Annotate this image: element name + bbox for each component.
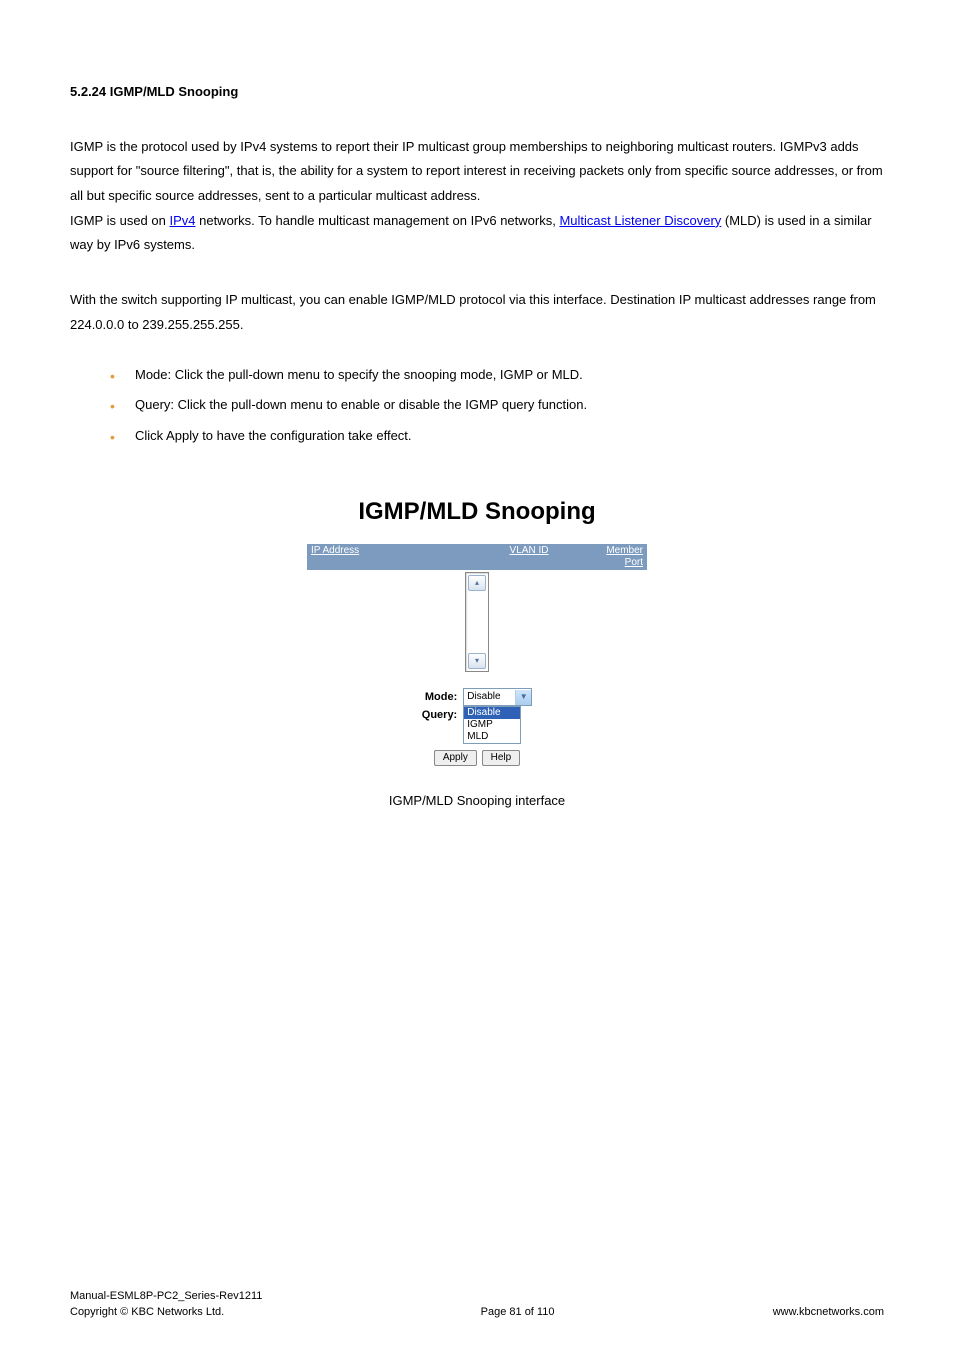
list-item: Click Apply to have the configuration ta… <box>110 424 884 449</box>
control-labels: Mode: Query: <box>422 688 457 724</box>
query-select[interactable]: Disable IGMP MLD <box>463 706 521 744</box>
col-member-port: Member Port <box>583 544 647 570</box>
col-vlan-id: VLAN ID <box>475 544 583 570</box>
col-ip-address: IP Address <box>307 544 475 570</box>
figure-title: IGMP/MLD Snooping <box>70 489 884 535</box>
section-heading: 5.2.24 IGMP/MLD Snooping <box>70 80 884 105</box>
link-ipv4[interactable]: IPv4 <box>169 213 195 228</box>
table-header: IP Address VLAN ID Member Port <box>307 544 647 570</box>
figure-caption: IGMP/MLD Snooping interface <box>70 789 884 814</box>
mode-select[interactable]: Disable ▼ <box>463 688 532 706</box>
footer-url: www.kbcnetworks.com <box>773 1305 884 1320</box>
list-item: Mode: Click the pull-down menu to specif… <box>110 363 884 388</box>
list-item: Query: Click the pull-down menu to enabl… <box>110 393 884 418</box>
paragraph-igmp-intro: IGMP is the protocol used by IPv4 system… <box>70 135 884 209</box>
footer-page: Page 81 of 110 <box>262 1305 772 1320</box>
button-row: Apply Help <box>307 750 647 766</box>
query-option-mld[interactable]: MLD <box>464 731 520 743</box>
text-fragment: networks. To handle multicast management… <box>196 213 560 228</box>
query-label: Query: <box>422 706 457 724</box>
query-option-disable[interactable]: Disable <box>464 707 520 719</box>
query-option-igmp[interactable]: IGMP <box>464 719 520 731</box>
footer-left: Manual-ESML8P-PC2_Series-Rev1211 Copyrig… <box>70 1289 262 1320</box>
mode-label: Mode: <box>422 688 457 706</box>
controls-row: Mode: Query: Disable ▼ Disable IGMP MLD <box>307 688 647 744</box>
paragraph-igmp-ipv4: IGMP is used on IPv4 networks. To handle… <box>70 209 884 258</box>
scroll-up-icon[interactable]: ▴ <box>468 575 486 591</box>
figure-wrap: IGMP/MLD Snooping IP Address VLAN ID Mem… <box>70 489 884 814</box>
footer-manual: Manual-ESML8P-PC2_Series-Rev1211 <box>70 1290 262 1302</box>
chevron-down-icon: ▼ <box>515 690 531 705</box>
help-button[interactable]: Help <box>482 750 521 766</box>
mode-value: Disable <box>467 691 500 703</box>
scroll-down-icon[interactable]: ▾ <box>468 653 486 669</box>
paragraph-switch-multicast: With the switch supporting IP multicast,… <box>70 288 884 337</box>
footer-copyright: Copyright © KBC Networks Ltd. <box>70 1306 224 1318</box>
link-mld[interactable]: Multicast Listener Discovery <box>559 213 721 228</box>
multicast-listbox[interactable]: ▴ ▾ <box>465 572 489 672</box>
apply-button[interactable]: Apply <box>434 750 477 766</box>
text-fragment: IGMP is used on <box>70 213 169 228</box>
figure-inner: IP Address VLAN ID Member Port ▴ ▾ Mode:… <box>307 544 647 766</box>
listbox-area: ▴ ▾ <box>307 570 647 682</box>
bullet-list: Mode: Click the pull-down menu to specif… <box>70 363 884 449</box>
page-footer: Manual-ESML8P-PC2_Series-Rev1211 Copyrig… <box>70 1289 884 1320</box>
control-inputs: Disable ▼ Disable IGMP MLD <box>463 688 532 744</box>
